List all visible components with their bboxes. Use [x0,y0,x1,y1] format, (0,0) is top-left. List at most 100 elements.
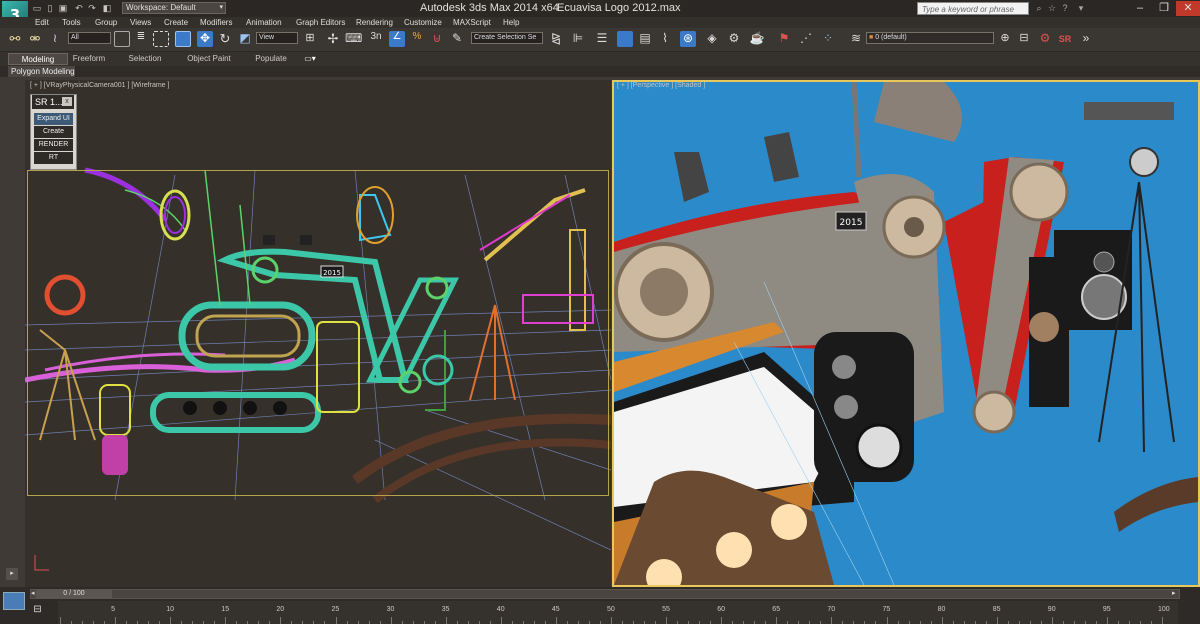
expand-ui-button[interactable]: Expand UI [34,113,73,125]
selection-filter-dropdown[interactable]: All [68,32,111,44]
snaps-toggle-icon[interactable]: 3n [368,31,384,47]
help-icon[interactable]: ? [1059,2,1071,14]
rect-selection-icon[interactable] [153,31,169,47]
timeline-tick [170,617,172,624]
menu-group[interactable]: Group [95,17,117,28]
open-file-icon[interactable]: ▯ [44,2,56,14]
ref-coord-dropdown[interactable]: View [256,32,298,44]
curve-editor-icon[interactable]: ⌇ [657,31,673,47]
named-selection-dropdown[interactable]: Create Selection Se [471,32,543,44]
menu-tools[interactable]: Tools [62,17,81,28]
ribbon-options-icon[interactable]: ▭▾ [302,53,318,65]
pivot-icon[interactable]: ⊞ [302,31,318,47]
ribbon-toggle-icon[interactable]: » [1078,31,1094,47]
menu-help[interactable]: Help [503,17,519,28]
graphite-toggle-icon[interactable]: ▤ [637,31,653,47]
layer-manager-icon[interactable]: ☰ [594,31,610,47]
select-scale-icon[interactable]: ◩ [237,31,253,47]
vray-settings-icon[interactable]: ⚙ [1037,31,1053,47]
render-production-icon[interactable]: ⚑ [776,31,792,47]
schematic-view-icon[interactable]: ⊛ [680,31,696,47]
render-button[interactable]: RENDER [34,139,73,151]
viewport-right-label[interactable]: [ + ] [Perspective ] [Shaded ] [617,82,705,89]
bind-spacewarp-icon[interactable]: ≀ [47,31,63,47]
keyboard-shortcut-icon[interactable]: ⌨ [345,31,362,47]
timeline-tick [445,617,447,624]
dropdown-icon[interactable]: ▾ [1075,2,1087,14]
create-button[interactable]: Create [34,126,73,138]
select-by-name-icon[interactable]: ≣ [133,31,149,47]
minimize-icon[interactable]: – [1128,1,1152,16]
particle-view-icon[interactable]: ⁘ [820,31,836,47]
select-object-icon[interactable] [114,31,130,47]
menu-customize[interactable]: Customize [404,17,442,28]
expand-arrow-icon[interactable]: ▸ [6,568,18,580]
menu-views[interactable]: Views [130,17,151,28]
maximize-icon[interactable]: ❐ [1152,1,1176,16]
select-move-icon[interactable]: ✥ [197,31,213,47]
menu-edit[interactable]: Edit [35,17,49,28]
timeline-tick-label: 80 [937,606,946,613]
menu-graph-editors[interactable]: Graph Editors [296,17,345,28]
select-rotate-icon[interactable]: ↻ [217,31,233,47]
timeline-tick-label: 20 [276,606,285,613]
timeline-tick [500,617,502,624]
timeline-tick [721,617,723,624]
window-crossing-icon[interactable] [175,31,191,47]
tab-modeling[interactable]: Modeling [8,53,68,65]
mirror-icon[interactable]: ⧎ [548,31,564,47]
star-icon[interactable]: ☆ [1046,2,1058,14]
render-setup-icon[interactable]: ⚙ [726,31,742,47]
menu-modifiers[interactable]: Modifiers [200,17,232,28]
layer-dropdown[interactable]: ■ 0 (default) [866,32,994,44]
angle-snap-icon[interactable]: ∠ [389,31,405,47]
tab-object-paint[interactable]: Object Paint [180,53,238,65]
manipulate-icon[interactable]: ✢ [325,31,341,47]
save-icon[interactable]: ▣ [57,2,69,14]
menu-create[interactable]: Create [164,17,188,28]
timeline-tick [886,617,888,624]
percent-snap-icon[interactable]: % [409,31,425,47]
trackbar-toggle-icon[interactable]: ⊟ [31,604,44,617]
ref-coord-value: View [259,34,275,41]
timeline-tick-label: 75 [882,606,891,613]
timeline-tick [666,617,668,624]
menu-maxscript[interactable]: MAXScript [453,17,491,28]
search-icon[interactable]: ⌕ [1033,2,1045,14]
align-icon[interactable]: ⊫ [570,31,586,47]
timeline-tick-label: 65 [772,606,781,613]
time-slider[interactable] [30,589,1180,599]
activeshade-icon[interactable]: ⋰ [798,31,814,47]
menu-rendering[interactable]: Rendering [356,17,393,28]
unlink-icon[interactable]: ⚮ [27,31,43,47]
scene-explorer-icon[interactable] [617,31,633,47]
undo-icon[interactable]: ↶ [73,2,85,14]
redo-icon[interactable]: ↷ [86,2,98,14]
timeline-tick [390,617,392,624]
time-slider-thumb[interactable]: 0 / 100 [36,589,112,599]
material-editor-icon[interactable]: ◈ [704,31,720,47]
tab-selection[interactable]: Selection [122,53,168,65]
render-frame-icon[interactable]: ☕ [749,31,765,47]
rt-button[interactable]: RT [34,152,73,164]
menu-animation[interactable]: Animation [246,17,282,28]
search-input[interactable]: Type a keyword or phrase [917,2,1029,15]
tab-populate[interactable]: Populate [248,53,294,65]
hold-icon[interactable]: ◧ [101,2,113,14]
mini-curve-editor-icon[interactable] [3,592,25,610]
new-file-icon[interactable]: ▭ [31,2,43,14]
sr-script-button[interactable]: SR [1057,31,1073,47]
sr-close-button[interactable]: x [62,97,72,106]
polygon-modeling-panel[interactable]: Polygon Modeling [8,66,75,77]
layers-icon[interactable]: ≋ [848,31,864,47]
tab-freeform[interactable]: Freeform [68,53,110,65]
link-icon[interactable]: ⚯ [7,31,23,47]
timeline-tick [1106,617,1108,624]
add-layer-icon[interactable]: ⊕ [997,31,1013,47]
workspace-dropdown[interactable]: Workspace: Default ▾ [122,2,226,14]
layer-options-icon[interactable]: ⊟ [1016,31,1032,47]
next-frame-icon[interactable]: ▸ [1172,589,1180,599]
spinner-snap-icon[interactable]: ⊍ [429,31,445,47]
edit-named-selection-icon[interactable]: ✎ [449,31,465,47]
close-icon[interactable]: ✕ [1176,1,1200,16]
